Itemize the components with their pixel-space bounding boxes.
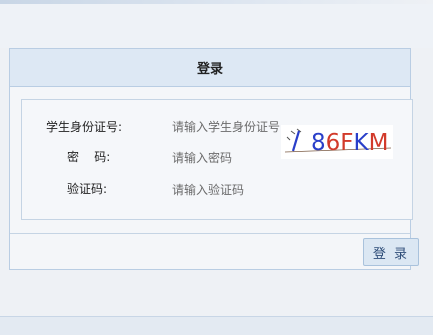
captcha-input[interactable]	[172, 181, 282, 199]
captcha-char: M	[369, 130, 389, 156]
top-strip	[0, 4, 433, 48]
captcha-text: 86FKM	[311, 130, 388, 156]
button-row-divider	[10, 233, 410, 234]
bottom-band	[0, 316, 433, 335]
login-button[interactable]: 登 录	[363, 238, 419, 266]
captcha-char: 8	[311, 130, 326, 156]
student-id-label: 学生身份证号:	[46, 120, 123, 134]
login-panel: 登录 学生身份证号: 密 码: 验证码: 86FKM 登 录	[9, 48, 419, 270]
captcha-graphic: 86FKM	[281, 125, 393, 159]
captcha-char: K	[354, 130, 370, 156]
captcha-label: 验证码:	[67, 182, 108, 196]
login-panel-title: 登录	[10, 49, 410, 87]
captcha-image[interactable]: 86FKM	[281, 125, 393, 159]
password-label: 密 码:	[67, 150, 111, 164]
captcha-char: F	[340, 130, 353, 156]
captcha-char: 6	[326, 130, 341, 156]
login-form: 学生身份证号: 密 码: 验证码:	[21, 99, 413, 220]
